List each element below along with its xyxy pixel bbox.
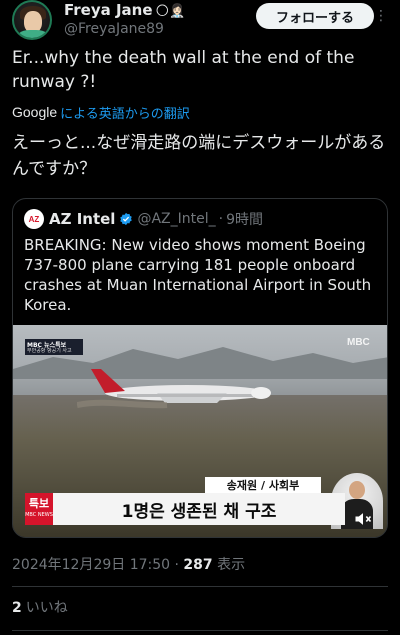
airplane-image	[77, 369, 271, 409]
quoted-timestamp[interactable]: 9時間	[226, 209, 263, 229]
quoted-separator: ·	[218, 211, 224, 227]
divider-bottom	[12, 630, 388, 631]
mute-icon[interactable]	[353, 509, 373, 529]
translation-attribution: Google による英語からの翻訳	[12, 102, 190, 122]
translated-text: えーっと...なぜ滑走路の端にデスウォールがあるんですか？	[12, 133, 386, 179]
meta-separator: ·	[174, 557, 179, 573]
author-name-line[interactable]: Freya Jane 🌕👩🏻‍⚕️	[64, 1, 185, 19]
quoted-author-name[interactable]: AZ Intel	[49, 210, 115, 228]
follow-button[interactable]: フォローする	[256, 3, 374, 29]
author-handle[interactable]: @FreyaJane89	[64, 21, 164, 37]
tweet-text: Er...why the death wall at the end of th…	[12, 48, 355, 92]
more-options-icon[interactable]: ⋮	[374, 6, 388, 26]
quoted-avatar[interactable]: AZ	[24, 209, 44, 229]
tweet-header: Freya Jane 🌕👩🏻‍⚕️ @FreyaJane89 フォローする ⋮	[12, 0, 388, 42]
likes-stat[interactable]: 2 いいね	[12, 597, 68, 617]
quoted-avatar-text: AZ	[28, 214, 40, 224]
google-logo-icon: Google	[12, 104, 58, 120]
quoted-tweet[interactable]: AZ AZ Intel @AZ_Intel_ · 9時間 BREAKING: N…	[12, 198, 388, 538]
breaking-tag-sub: MBC NEWS	[25, 512, 53, 518]
author-emoji: 🌕👩🏻‍⚕️	[155, 4, 186, 19]
reporter-caption: 송재원 / 사회부	[205, 477, 321, 493]
views-label: 表示	[217, 557, 246, 573]
video-player[interactable]: MBC 뉴스특보 무안공항 항공기 사고 MBC 송재원 / 사회부 특보 MB…	[13, 325, 387, 537]
headline-caption: 1명은 생존된 채 구조	[53, 493, 345, 525]
quoted-tweet-text: BREAKING: New video shows moment Boeing …	[24, 236, 372, 314]
likes-count: 2	[12, 600, 22, 616]
verified-badge-icon	[120, 212, 133, 226]
translation-link[interactable]: による英語からの翻訳	[60, 103, 190, 122]
avatar[interactable]	[12, 0, 52, 40]
tweet-datetime[interactable]: 2024年12月29日 17:50	[12, 557, 170, 573]
quoted-author-handle[interactable]: @AZ_Intel_	[137, 211, 215, 227]
breaking-tag: 특보 MBC NEWS	[25, 493, 53, 525]
views-count: 287	[183, 557, 213, 573]
likes-label: いいね	[25, 600, 68, 616]
breaking-tag-label: 특보	[28, 497, 50, 510]
channel-logo: MBC	[347, 337, 370, 348]
badge-line-2: 무안공항 항공기 사고	[27, 348, 72, 354]
quoted-tweet-header: AZ AZ Intel @AZ_Intel_ · 9時間	[24, 209, 263, 229]
tweet-meta: 2024年12月29日 17:50 · 287 表示	[12, 554, 245, 574]
author-name[interactable]: Freya Jane	[64, 1, 153, 19]
divider	[12, 586, 388, 587]
news-corner-badge: MBC 뉴스특보 무안공항 항공기 사고	[25, 339, 83, 355]
